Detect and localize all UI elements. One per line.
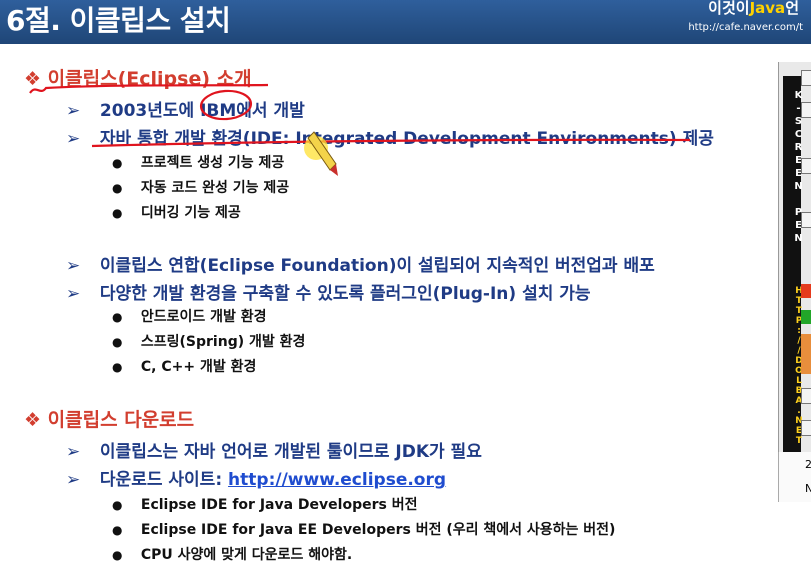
list-item: ➢ 다운로드 사이트: http://www.eclipse.org bbox=[66, 465, 446, 490]
list-item: ● 디버깅 기능 제공 bbox=[112, 202, 241, 222]
title-bar: 6절. 이클립스 설치 이것이Java언 http://cafe.naver.c… bbox=[0, 0, 811, 44]
diamond-bullet-icon: ❖ bbox=[24, 68, 42, 90]
page-title: 6절. 이클립스 설치 bbox=[6, 4, 231, 37]
bullet-text: Eclipse IDE for Java Developers 버전 bbox=[140, 497, 418, 513]
list-item: ● Eclipse IDE for Java Developers 버전 bbox=[112, 494, 417, 514]
list-item: ● 안드로이드 개발 환경 bbox=[112, 306, 267, 326]
dot-bullet-icon: ● bbox=[112, 498, 123, 512]
bullet-text: C, C++ 개발 환경 bbox=[140, 359, 257, 375]
brand-suffix: 언 bbox=[785, 0, 799, 17]
bullet-text: 프로젝트 생성 기능 제공 bbox=[140, 155, 285, 171]
dot-bullet-icon: ● bbox=[112, 360, 123, 374]
arrow-bullet-icon: ➢ bbox=[66, 470, 81, 490]
arrow-bullet-icon: ➢ bbox=[66, 101, 81, 121]
item-text: 2003년도에 IBM에서 개발 bbox=[99, 101, 305, 121]
bullet-text: 디버깅 기능 제공 bbox=[140, 205, 241, 221]
brand-java: Java bbox=[749, 0, 786, 17]
tool-button[interactable] bbox=[801, 388, 811, 404]
tool-button[interactable] bbox=[801, 70, 811, 86]
footer-a: 2 bbox=[805, 458, 811, 471]
bullet-text: 안드로이드 개발 환경 bbox=[140, 309, 267, 325]
section-heading-intro: ❖ 이클립스(Eclipse) 소개 bbox=[24, 64, 252, 91]
tool-button[interactable] bbox=[801, 420, 811, 436]
list-item: ● Eclipse IDE for Java EE Developers 버전 … bbox=[112, 519, 615, 539]
eclipse-download-link[interactable]: http://www.eclipse.org bbox=[228, 470, 446, 490]
tool-button[interactable] bbox=[801, 158, 811, 174]
color-swatch-green[interactable] bbox=[801, 310, 811, 324]
color-swatch-red[interactable] bbox=[801, 284, 811, 298]
list-item: ● C, C++ 개발 환경 bbox=[112, 356, 256, 376]
arrow-bullet-icon: ➢ bbox=[66, 442, 81, 462]
header-url: http://cafe.naver.com/t bbox=[688, 22, 803, 33]
list-item: ● CPU 사양에 맞게 다운로드 해야함. bbox=[112, 544, 352, 564]
dot-bullet-icon: ● bbox=[112, 335, 123, 349]
dot-bullet-icon: ● bbox=[112, 206, 123, 220]
bullet-text: 자동 코드 완성 기능 제공 bbox=[140, 180, 290, 196]
dot-bullet-icon: ● bbox=[112, 181, 123, 195]
list-item: ➢ 이클립스 연합(Eclipse Foundation)이 설립되어 지속적인… bbox=[66, 251, 655, 276]
list-item: ➢ 이클립스는 자바 언어로 개발된 툴이므로 JDK가 필요 bbox=[66, 437, 482, 462]
dot-bullet-icon: ● bbox=[112, 156, 123, 170]
toolbar-strip: K-SCREEN PEN HTTP://DOLBA.NET bbox=[783, 76, 804, 486]
heading-text: 이클립스(Eclipse) 소개 bbox=[47, 68, 252, 90]
brand-logo: 이것이Java언 bbox=[708, 0, 799, 18]
list-item: ● 스프링(Spring) 개발 환경 bbox=[112, 331, 305, 351]
bullet-text: CPU 사양에 맞게 다운로드 해야함. bbox=[140, 547, 353, 563]
item-text: 이클립스 연합(Eclipse Foundation)이 설립되어 지속적인 버… bbox=[99, 256, 655, 276]
list-item: ➢ 자바 통합 개발 환경(IDE: Integrated Developmen… bbox=[66, 124, 714, 149]
dot-bullet-icon: ● bbox=[112, 548, 123, 562]
item-text: 자바 통합 개발 환경(IDE: Integrated Development … bbox=[99, 129, 714, 149]
diamond-bullet-icon: ❖ bbox=[24, 409, 42, 431]
item-text: 다운로드 사이트: bbox=[99, 470, 223, 490]
list-item: ● 자동 코드 완성 기능 제공 bbox=[112, 177, 289, 197]
arrow-bullet-icon: ➢ bbox=[66, 129, 81, 149]
section-heading-download: ❖ 이클립스 다운로드 bbox=[24, 405, 194, 432]
heading-text: 이클립스 다운로드 bbox=[47, 409, 195, 431]
color-swatch-orange[interactable] bbox=[801, 334, 811, 374]
arrow-bullet-icon: ➢ bbox=[66, 256, 81, 276]
brand-prefix: 이것이 bbox=[708, 0, 750, 17]
dot-bullet-icon: ● bbox=[112, 523, 123, 537]
bullet-text: Eclipse IDE for Java EE Developers 버전 (우… bbox=[140, 522, 616, 538]
bullet-text: 스프링(Spring) 개발 환경 bbox=[140, 334, 306, 350]
list-item: ● 프로젝트 생성 기능 제공 bbox=[112, 152, 284, 172]
dot-bullet-icon: ● bbox=[112, 310, 123, 324]
screen-pen-toolbar: K-SCREEN PEN HTTP://DOLBA.NET bbox=[778, 62, 811, 502]
item-text: 이클립스는 자바 언어로 개발된 툴이므로 JDK가 필요 bbox=[99, 442, 482, 462]
toolbar-footer: 2 N bbox=[778, 452, 811, 502]
list-item: ➢ 2003년도에 IBM에서 개발 bbox=[66, 96, 305, 121]
footer-b: N bbox=[805, 482, 811, 495]
item-text: 다양한 개발 환경을 구축할 수 있도록 플러그인(Plug-In) 설치 가능 bbox=[99, 284, 591, 304]
arrow-bullet-icon: ➢ bbox=[66, 284, 81, 304]
tool-button[interactable] bbox=[801, 212, 811, 228]
list-item: ➢ 다양한 개발 환경을 구축할 수 있도록 플러그인(Plug-In) 설치 … bbox=[66, 279, 591, 304]
tool-button[interactable] bbox=[801, 102, 811, 118]
